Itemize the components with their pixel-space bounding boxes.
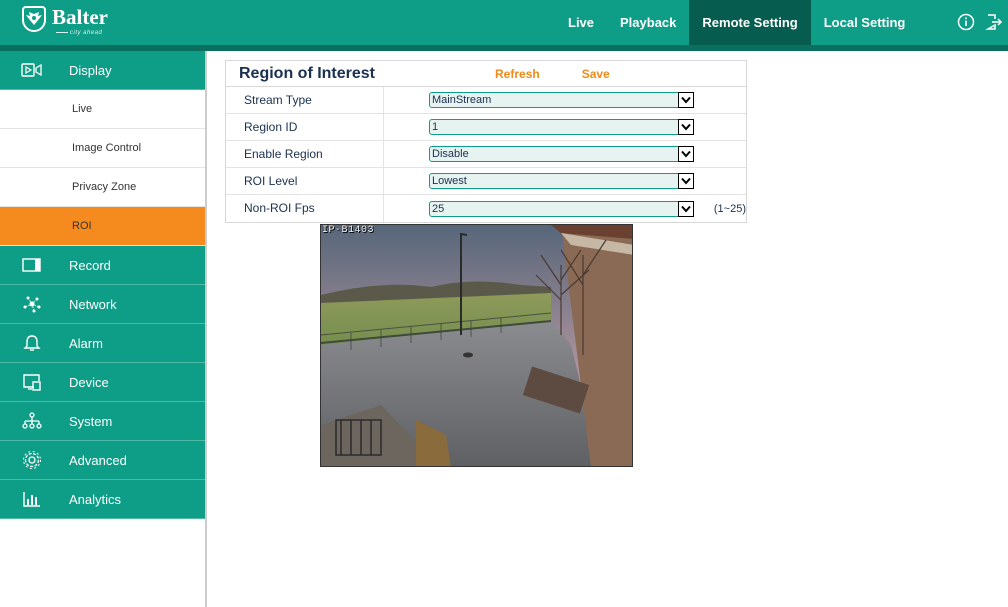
advanced-icon bbox=[21, 451, 43, 469]
brand-logo: Balter city ahead bbox=[22, 5, 108, 36]
setting-row-roi-level: ROI Level Lowest bbox=[226, 168, 746, 195]
sidebar-group-label: Network bbox=[69, 296, 117, 312]
nav-local-setting[interactable]: Local Setting bbox=[811, 0, 919, 45]
network-icon bbox=[21, 295, 43, 313]
chevron-down-icon[interactable] bbox=[677, 200, 694, 217]
roi-settings-panel: Region of Interest Refresh Save Stream T… bbox=[225, 60, 747, 223]
sidebar-group-analytics[interactable]: Analytics bbox=[0, 480, 205, 519]
setting-label: Stream Type bbox=[226, 87, 384, 113]
setting-label: Non-ROI Fps bbox=[226, 195, 384, 222]
sidebar-item-roi[interactable]: ROI bbox=[0, 207, 205, 246]
select-value: 1 bbox=[432, 121, 439, 133]
top-bar: Balter city ahead Live Playback Remote S… bbox=[0, 0, 1008, 45]
save-button[interactable]: Save bbox=[582, 67, 610, 81]
sidebar: Display Live Image Control Privacy Zone … bbox=[0, 51, 207, 607]
setting-row-non-roi-fps: Non-ROI Fps 25 (1~25) bbox=[226, 195, 746, 222]
enable-region-select[interactable]: Disable bbox=[429, 146, 694, 162]
page-title: Region of Interest bbox=[239, 64, 376, 82]
chevron-down-icon[interactable] bbox=[678, 146, 694, 162]
sidebar-group-label: Advanced bbox=[69, 452, 127, 468]
analytics-icon bbox=[21, 490, 43, 508]
setting-row-region-id: Region ID 1 bbox=[226, 114, 746, 141]
system-icon bbox=[21, 412, 43, 430]
record-icon bbox=[21, 256, 43, 274]
main-nav: Live Playback Remote Setting Local Setti… bbox=[555, 0, 918, 45]
sidebar-group-label: Display bbox=[69, 62, 112, 78]
chevron-down-icon[interactable] bbox=[678, 119, 694, 135]
chevron-down-icon[interactable] bbox=[678, 92, 694, 108]
camera-osd-label: IP-B1403 bbox=[322, 225, 375, 236]
sidebar-group-system[interactable]: System bbox=[0, 402, 205, 441]
video-preview[interactable]: IP-B1403 bbox=[320, 224, 633, 467]
sidebar-group-device[interactable]: Device bbox=[0, 363, 205, 402]
select-value: 25 bbox=[431, 202, 445, 215]
alarm-icon bbox=[21, 334, 43, 352]
setting-label: Enable Region bbox=[226, 141, 384, 167]
brand-name: Balter bbox=[52, 5, 108, 29]
sidebar-group-advanced[interactable]: Advanced bbox=[0, 441, 205, 480]
logo-emblem-icon bbox=[22, 6, 46, 32]
select-value: Lowest bbox=[432, 175, 467, 187]
stream-type-select[interactable]: MainStream bbox=[429, 92, 694, 108]
chevron-down-icon[interactable] bbox=[678, 173, 694, 189]
panel-header: Region of Interest Refresh Save bbox=[226, 61, 746, 87]
setting-label: Region ID bbox=[226, 114, 384, 140]
device-icon bbox=[21, 373, 43, 391]
info-icon[interactable] bbox=[957, 13, 975, 31]
setting-row-enable-region: Enable Region Disable bbox=[226, 141, 746, 168]
sidebar-item-privacy-zone[interactable]: Privacy Zone bbox=[0, 168, 205, 207]
setting-row-stream-type: Stream Type MainStream bbox=[226, 87, 746, 114]
select-value: Disable bbox=[432, 148, 469, 160]
setting-label: ROI Level bbox=[226, 168, 384, 194]
region-id-select[interactable]: 1 bbox=[429, 119, 694, 135]
nav-playback[interactable]: Playback bbox=[607, 0, 689, 45]
select-value: MainStream bbox=[432, 94, 492, 106]
sidebar-group-label: Analytics bbox=[69, 491, 122, 507]
sidebar-item-live[interactable]: Live bbox=[0, 90, 205, 129]
logout-icon[interactable] bbox=[985, 13, 1003, 31]
sidebar-group-label: System bbox=[69, 413, 113, 429]
nav-remote-setting[interactable]: Remote Setting bbox=[689, 0, 811, 45]
camera-scene-image bbox=[321, 225, 632, 466]
roi-level-select[interactable]: Lowest bbox=[429, 173, 694, 189]
display-icon bbox=[21, 61, 43, 79]
sidebar-group-record[interactable]: Record bbox=[0, 246, 205, 285]
sidebar-item-image-control[interactable]: Image Control bbox=[0, 129, 205, 168]
non-roi-fps-select[interactable]: 25 bbox=[428, 200, 694, 217]
sidebar-group-display[interactable]: Display bbox=[0, 51, 205, 90]
brand-tagline: city ahead bbox=[56, 30, 102, 36]
sidebar-group-label: Alarm bbox=[69, 335, 103, 351]
sidebar-group-label: Record bbox=[69, 257, 111, 273]
sidebar-group-alarm[interactable]: Alarm bbox=[0, 324, 205, 363]
sidebar-group-network[interactable]: Network bbox=[0, 285, 205, 324]
sidebar-group-label: Device bbox=[69, 374, 109, 390]
nav-live[interactable]: Live bbox=[555, 0, 607, 45]
refresh-button[interactable]: Refresh bbox=[495, 67, 540, 81]
fps-range-hint: (1~25) bbox=[713, 202, 746, 215]
